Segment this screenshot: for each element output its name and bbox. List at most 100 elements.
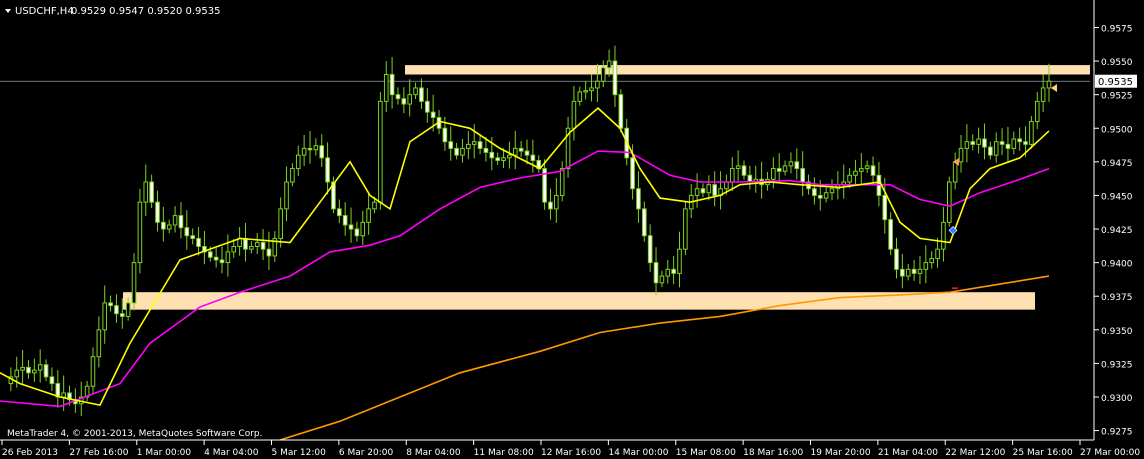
candle-body-up (1029, 121, 1034, 145)
candle-body-down (776, 168, 782, 172)
candle-body-down (389, 74, 395, 96)
candle-body-down (213, 256, 219, 261)
candle-body-down (530, 154, 536, 161)
price-chart[interactable]: USDCHF,H4 0.9529 0.9547 0.9520 0.9535 0.… (0, 0, 1144, 459)
candle-body-down (348, 224, 354, 230)
candle-body-up (378, 100, 383, 203)
candle-body-up (993, 141, 999, 156)
candle-body-down (207, 251, 213, 258)
candle-body-up (665, 268, 671, 277)
copyright-text: MetaTrader 4, © 2001-2013, MetaQuotes So… (7, 429, 263, 439)
candle-body-down (653, 262, 659, 284)
candle-body-down (495, 157, 500, 161)
candle-body-up (917, 268, 923, 274)
candle-body-down (642, 208, 647, 237)
candle-body-up (600, 67, 606, 82)
candle-body-down (630, 157, 635, 190)
candle-body-up (372, 201, 377, 210)
candle-body-up (301, 147, 307, 156)
candle-body-down (1005, 143, 1011, 149)
candle-body-down (882, 194, 888, 221)
candle-body-up (413, 87, 418, 96)
candle-body-down (712, 184, 717, 196)
candle-body-up (295, 154, 301, 170)
candle-body-down (518, 147, 524, 152)
candle-body-up (589, 87, 594, 92)
candle-body-down (196, 237, 201, 247)
x-tick-label: 27 Mar 00:00 (1080, 448, 1140, 458)
candle-body-up (383, 74, 389, 102)
candle-body-down (612, 60, 618, 96)
candle-body-down (419, 87, 424, 102)
ohlc-values: 0.9529 0.9547 0.9520 0.9535 (71, 6, 221, 17)
candle-body-up (61, 392, 66, 398)
candle-body-down (888, 219, 893, 250)
candle-body-up (706, 184, 712, 194)
candle-body-down (149, 181, 154, 203)
candle-body-up (278, 208, 283, 239)
candle-body-down (108, 302, 113, 307)
candle-body-up (1046, 80, 1052, 89)
candle-body-up (683, 208, 688, 250)
candle-body-up (125, 302, 131, 317)
candle-body-down (647, 235, 653, 264)
candle-body-down (325, 157, 330, 183)
candle-body-up (166, 224, 172, 230)
candle-body-up (864, 165, 870, 170)
candle-body-up (905, 268, 911, 277)
candle-body-down (636, 188, 641, 210)
candle-body-up (32, 369, 37, 374)
candle-body-down (999, 141, 1005, 145)
y-tick-label: 0.9575 (1101, 24, 1133, 34)
candle-body-up (829, 188, 835, 194)
candle-body-down (219, 259, 225, 264)
candle-body-up (782, 165, 788, 172)
candle-body-up (1011, 138, 1017, 149)
candle-body-up (1034, 100, 1040, 123)
candle-body-down (970, 141, 976, 145)
candle-body-up (313, 145, 319, 151)
x-tick-label: 8 Mar 04:00 (406, 448, 461, 458)
candle-body-down (870, 165, 876, 176)
x-tick-label: 15 Mar 08:00 (676, 448, 736, 458)
candle-body-down (243, 237, 248, 250)
resistance-zone (405, 65, 1090, 75)
candle-body-up (935, 248, 940, 260)
candle-body-down (548, 201, 553, 210)
y-tick-label: 0.9500 (1101, 125, 1133, 135)
x-tick-label: 26 Feb 2013 (2, 448, 58, 458)
candle-body-up (96, 329, 102, 358)
candle-body-down (894, 248, 899, 270)
candle-body-up (976, 138, 981, 145)
candle-body-down (354, 228, 360, 237)
candle-body-up (559, 168, 565, 196)
candle-body-up (225, 251, 231, 264)
candle-body-up (37, 364, 43, 371)
candle-body-down (178, 215, 184, 229)
y-tick-label: 0.9425 (1101, 226, 1133, 236)
y-tick-label: 0.9450 (1101, 192, 1133, 202)
candle-body-down (477, 141, 483, 149)
candle-body-up (923, 262, 929, 270)
chart-window[interactable]: USDCHF,H4 0.9529 0.9547 0.9520 0.9535 0.… (0, 0, 1144, 459)
candle-body-down (483, 147, 489, 153)
candle-body-up (595, 80, 600, 89)
candle-body-up (571, 100, 577, 129)
y-tick-label: 0.9375 (1101, 293, 1133, 303)
candle-body-down (900, 268, 905, 277)
candle-body-up (131, 262, 137, 304)
price-tag-text: 0.9535 (1098, 77, 1133, 88)
candle-body-down (988, 146, 993, 156)
candle-body-up (659, 275, 665, 284)
candle-body-down (454, 147, 459, 156)
candle-body-up (929, 258, 934, 264)
candle-body-up (137, 201, 143, 264)
candle-body-up (507, 154, 512, 159)
candle-body-down (911, 268, 917, 274)
candle-body-up (360, 221, 366, 237)
y-tick-label: 0.9275 (1101, 428, 1133, 438)
candle-body-up (143, 181, 149, 203)
candle-body-up (771, 168, 776, 180)
candle-body-down (401, 98, 407, 105)
candle-body-up (14, 369, 20, 378)
